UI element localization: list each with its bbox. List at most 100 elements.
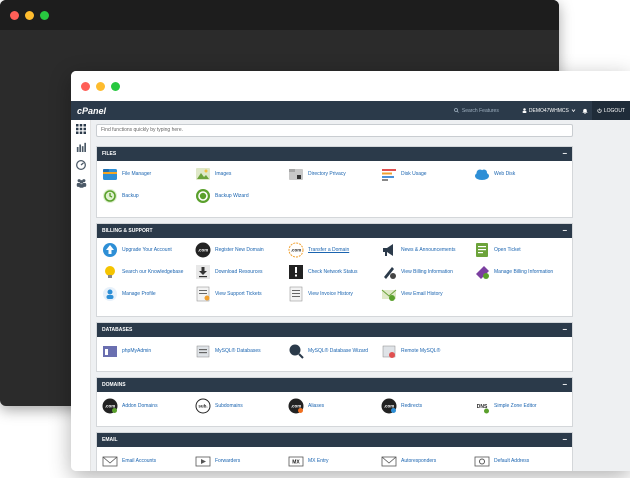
autoresponders[interactable]: Autoresponders [381,452,471,470]
addon-domains[interactable]: .com Addon Domains [102,397,192,415]
backup-wizard[interactable]: Backup Wizard [195,187,285,205]
pen-icon [381,264,397,280]
panel-domains: DOMAINS − .com Addon Domains sub. Subdom… [96,377,573,427]
mysql-databases[interactable]: MySQL® Databases [195,342,285,360]
maximize-dot-icon[interactable] [40,10,49,20]
collapse-icon[interactable]: − [562,436,567,444]
panel-databases-header[interactable]: DATABASES − [97,323,572,337]
panel-domains-title: DOMAINS [102,382,126,388]
mx-entry[interactable]: MX MX Entry [288,452,378,470]
view-billing-info[interactable]: View Billing Information [381,263,471,281]
tickets-icon [195,286,211,302]
aliases[interactable]: .com Aliases [288,397,378,415]
collapse-icon[interactable]: − [562,381,567,389]
panel-email-header[interactable]: EMAIL − [97,433,572,447]
manage-profile[interactable]: Manage Profile [102,285,192,303]
users-icon [76,179,86,188]
search-knowledgebase[interactable]: Search our Knowledgebase [102,263,192,281]
billing-card-icon [474,264,490,280]
collapse-icon[interactable]: − [562,227,567,235]
user-icon [522,108,527,113]
sidebar-item-home[interactable] [71,120,91,138]
subdomains[interactable]: sub. Subdomains [195,397,285,415]
backup-wizard-icon [195,188,211,204]
grid-icon [76,124,86,134]
sidebar [71,120,91,471]
folder-icon [102,166,118,182]
download-resources[interactable]: Download Resources [195,263,285,281]
directory-privacy[interactable]: Directory Privacy [288,165,378,183]
sidebar-item-dashboard[interactable] [71,156,91,174]
panel-files-header[interactable]: FILES − [97,147,572,161]
backup-label: Backup [122,193,139,199]
addon-domain-icon: .com [102,398,118,414]
ticket-icon [474,242,490,258]
notifications[interactable] [578,108,592,114]
view-email-history[interactable]: View Email History [381,285,471,303]
phpmyadmin[interactable]: phpMyAdmin [102,342,192,360]
collapse-icon[interactable]: − [562,326,567,334]
minimize-dot-icon[interactable] [25,10,34,20]
cpanel-logo[interactable]: cPanel [71,106,131,116]
logout-label: LOGOUT [603,107,625,114]
register-dotcom-text: .com [198,248,209,253]
check-network-status[interactable]: Check Network Status [288,263,378,281]
register-domain[interactable]: .com Register New Domain [195,241,285,259]
chevron-down-icon [571,109,576,113]
upgrade-account[interactable]: Upgrade Your Account [102,241,192,259]
feature-search-placeholder: Search Features [461,107,499,114]
redirects[interactable]: .com Redirects [381,397,471,415]
minimize-dot-icon[interactable] [96,81,105,91]
profile-icon [102,286,118,302]
function-search-input[interactable]: Find functions quickly by typing here. [96,124,573,137]
sidebar-item-users[interactable] [71,174,91,192]
view-invoice-history[interactable]: View Invoice History [288,285,378,303]
file-manager[interactable]: File Manager [102,165,192,183]
open-ticket[interactable]: Open Ticket [474,241,564,259]
web-disk[interactable]: Web Disk [474,165,564,183]
close-dot-icon[interactable] [81,81,90,91]
view-support-tickets[interactable]: View Support Tickets [195,285,285,303]
mysql-database-wizard[interactable]: MySQL® Database Wizard [288,342,378,360]
news-announcements[interactable]: News & Announcements [381,241,471,259]
database-wizard-icon [288,343,304,359]
images[interactable]: Images [195,165,285,183]
collapse-icon[interactable]: − [562,150,567,158]
upgrade-account-label: Upgrade Your Account [122,247,172,253]
disk-usage-label: Disk Usage [401,171,427,177]
email-accounts[interactable]: Email Accounts [102,452,192,470]
subdomains-label: Subdomains [215,403,243,409]
default-address[interactable]: Default Address [474,452,564,470]
autoresponder-icon [381,453,397,469]
panel-billing-header[interactable]: BILLING & SUPPORT − [97,224,572,238]
close-dot-icon[interactable] [10,10,19,20]
sidebar-item-stats[interactable] [71,138,91,156]
transfer-domain[interactable]: .com Transfer a Domain [288,241,378,259]
user-menu[interactable]: DEMO47WHMCS [522,108,578,114]
maximize-dot-icon[interactable] [111,81,120,91]
panel-files: FILES − File Manager Images Directory Pr… [96,146,573,218]
folder-lock-icon [288,166,304,182]
backup[interactable]: Backup [102,187,192,205]
forward-icon [195,453,211,469]
forwarders[interactable]: Forwarders [195,452,285,470]
bell-icon [582,108,588,114]
mx-icon: MX [288,453,304,469]
logout-button[interactable]: LOGOUT [591,101,630,120]
default-address-label: Default Address [494,458,530,464]
username: DEMO47WHMCS [528,107,569,114]
background-window-titlebar [0,0,559,30]
transfer-dotcom-icon: .com [288,242,304,258]
dns-icon: DNS [474,398,490,414]
subdomain-icon-text: sub. [198,404,207,409]
web-disk-label: Web Disk [494,171,516,177]
remote-mysql[interactable]: Remote MySQL® [381,342,471,360]
feature-search[interactable]: Search Features [454,108,522,114]
panel-domains-header[interactable]: DOMAINS − [97,378,572,392]
simple-zone-editor[interactable]: DNS Simple Zone Editor [474,397,564,415]
disk-usage[interactable]: Disk Usage [381,165,471,183]
manage-billing-info[interactable]: Manage Billing Information [474,263,564,281]
remote-mysql-label: Remote MySQL® [401,348,441,354]
mx-icon-text: MX [292,460,300,466]
image-icon [195,166,211,182]
